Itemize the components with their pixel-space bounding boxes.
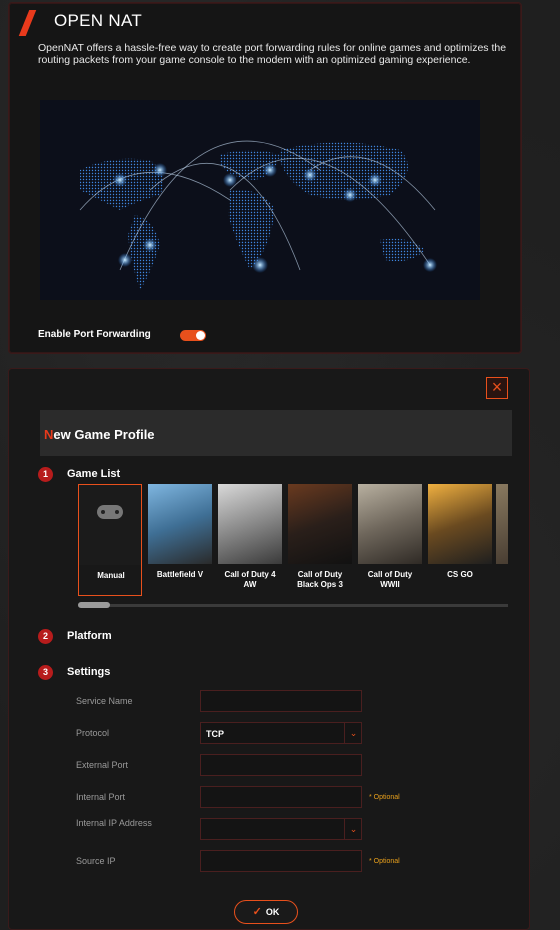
- toggle-knob: [196, 331, 205, 340]
- service-name-input[interactable]: [200, 690, 362, 712]
- port-forwarding-toggle[interactable]: [180, 330, 206, 341]
- game-thumb: [218, 484, 282, 564]
- game-name: Battlefield V: [156, 570, 204, 579]
- dialog-title: New Game Profile: [44, 427, 155, 442]
- game-item-call-of-duty-black-ops-3[interactable]: Call of Duty Black Ops 3: [288, 484, 352, 596]
- game-name: Da: [496, 570, 508, 580]
- game-item-manual[interactable]: Manual: [78, 484, 142, 596]
- game-item-partial[interactable]: Da: [496, 484, 508, 596]
- gamepad-icon: [97, 505, 123, 519]
- game-item-cs-go[interactable]: CS GO: [428, 484, 492, 596]
- step-label-game-list: Game List: [67, 468, 121, 480]
- game-name: Manual: [97, 571, 125, 580]
- game-list-scrollbar-thumb[interactable]: [78, 602, 110, 608]
- protocol-label: Protocol: [76, 728, 110, 738]
- protocol-value: TCP: [206, 729, 224, 739]
- source-ip-optional-note: * Optional: [369, 858, 400, 865]
- game-thumb: [288, 484, 352, 564]
- step-number: 3: [38, 665, 53, 680]
- service-name-label: Service Name: [76, 696, 133, 706]
- internal-port-optional-note: * Optional: [369, 794, 400, 801]
- game-item-call-of-duty-4-aw[interactable]: Call of Duty 4 AW: [218, 484, 282, 596]
- internal-ip-label: Internal IP Address: [76, 818, 152, 828]
- source-ip-input[interactable]: [200, 850, 362, 872]
- port-forwarding-label: Enable Port Forwarding: [38, 329, 151, 340]
- external-port-input[interactable]: [200, 754, 362, 776]
- protocol-select[interactable]: [200, 722, 362, 744]
- game-name: Call of Duty 4 AW: [224, 570, 276, 589]
- game-item-call-of-duty-wwii[interactable]: Call of Duty WWII: [358, 484, 422, 596]
- chevron-down-icon: ⌄: [344, 722, 362, 744]
- check-icon: ✓: [252, 906, 262, 918]
- game-thumb: [428, 484, 492, 564]
- internal-ip-select[interactable]: [200, 818, 362, 840]
- game-thumb: [358, 484, 422, 564]
- step-label-platform[interactable]: Platform: [67, 630, 112, 642]
- game-list: Manual Battlefield V Call of Duty 4 AW C…: [78, 484, 508, 599]
- close-icon: ×: [491, 377, 503, 397]
- internal-port-label: Internal Port: [76, 792, 126, 802]
- chevron-down-icon: ⌄: [344, 818, 362, 840]
- world-map-illustration: [40, 100, 480, 300]
- game-list-scrollbar-track[interactable]: [78, 604, 508, 607]
- game-thumb: [496, 484, 508, 564]
- page-title: OPEN NAT: [54, 11, 143, 30]
- step-label-settings: Settings: [67, 666, 111, 678]
- game-thumb: [79, 485, 141, 565]
- game-name: Call of Duty Black Ops 3: [297, 570, 343, 589]
- close-button[interactable]: ×: [486, 377, 508, 399]
- step-number: 2: [38, 629, 53, 644]
- game-name: Call of Duty WWII: [367, 570, 413, 589]
- game-name: CS GO: [447, 570, 473, 579]
- step-number: 1: [38, 467, 53, 482]
- source-ip-label: Source IP: [76, 856, 116, 866]
- page-description: OpenNAT offers a hassle-free way to crea…: [38, 42, 507, 66]
- external-port-label: External Port: [76, 760, 129, 770]
- game-item-battlefield-v[interactable]: Battlefield V: [148, 484, 212, 596]
- game-thumb: [148, 484, 212, 564]
- internal-port-input[interactable]: [200, 786, 362, 808]
- ok-button[interactable]: ✓ OK: [234, 900, 298, 924]
